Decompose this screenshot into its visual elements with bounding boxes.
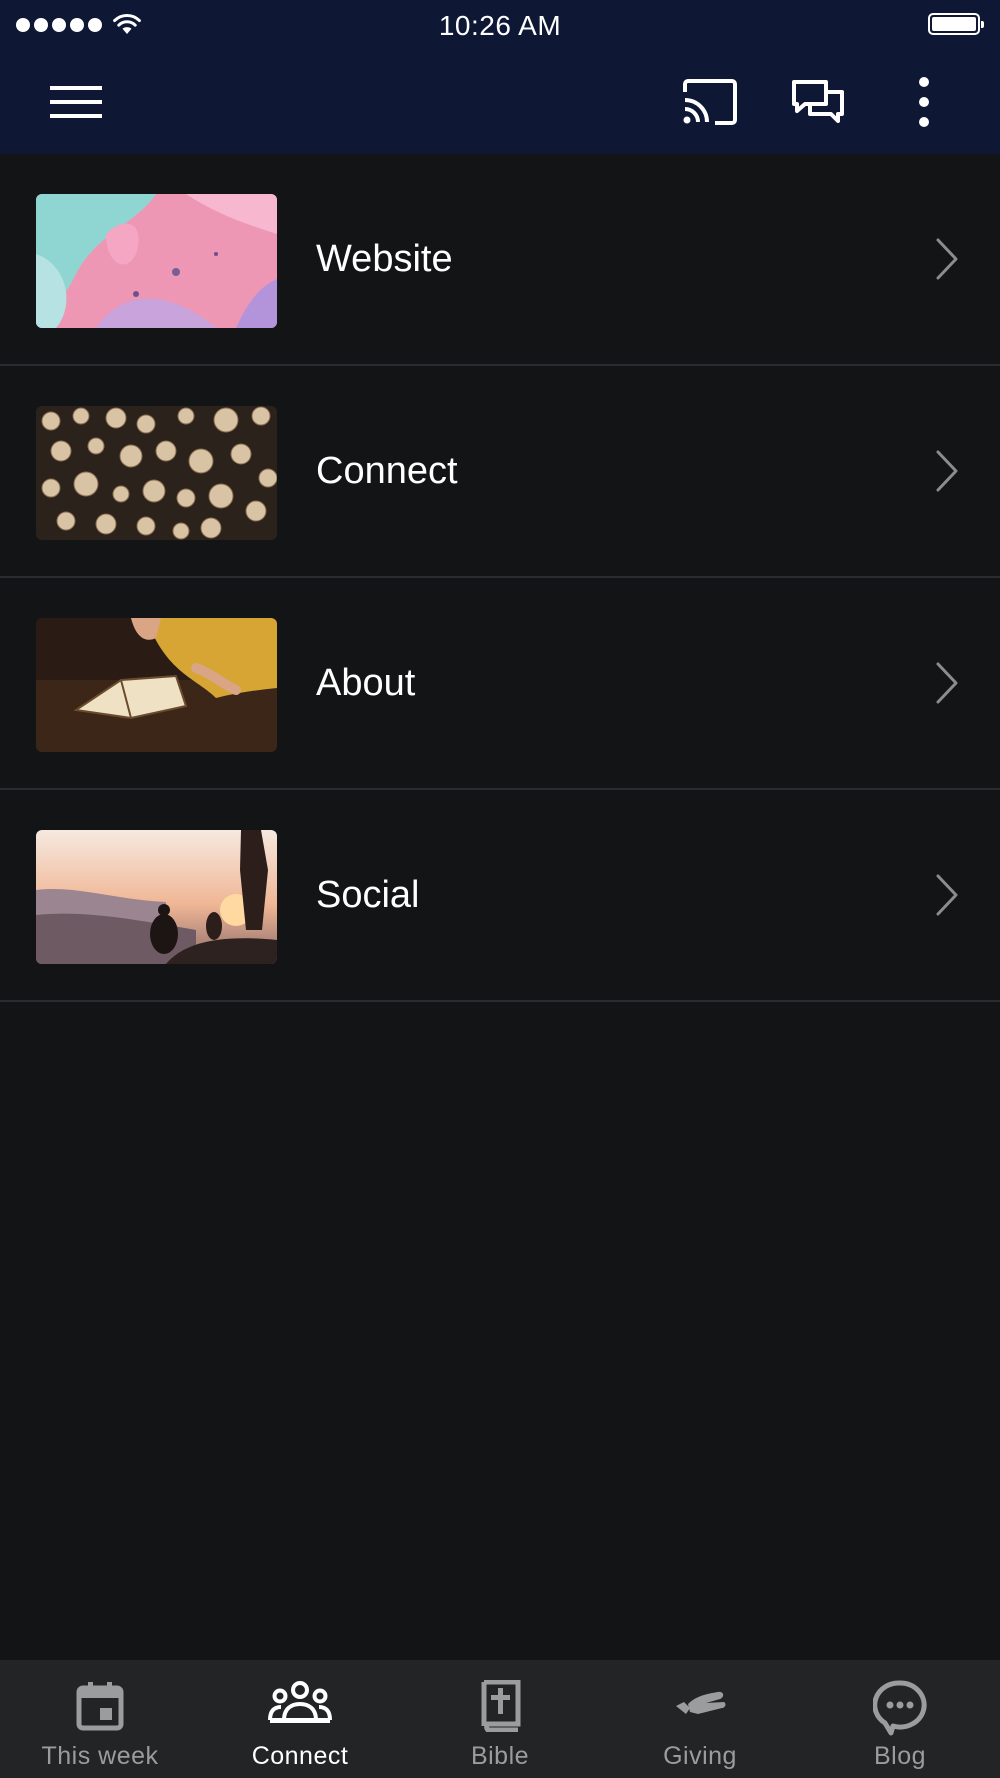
website-thumbnail: [36, 194, 277, 328]
tab-label: This week: [41, 1742, 159, 1770]
list-item-label: Connect: [316, 449, 458, 492]
tab-blog[interactable]: Blog: [800, 1660, 1000, 1778]
list-item-label: Website: [316, 237, 453, 280]
tab-giving[interactable]: Giving: [600, 1660, 800, 1778]
chat-bubble-icon: [873, 1680, 927, 1736]
tab-connect[interactable]: Connect: [200, 1660, 400, 1778]
tab-label: Bible: [470, 1742, 530, 1770]
social-thumbnail: [36, 830, 277, 964]
connect-list: Website Connect About Social: [0, 154, 1000, 1002]
app-header: [0, 50, 1000, 154]
more-vert-icon[interactable]: [892, 70, 956, 134]
bottom-tab-bar: This week Connect Bible Giving Blog: [0, 1660, 1000, 1778]
chevron-right-icon: [936, 238, 958, 280]
list-item-website[interactable]: Website: [0, 154, 1000, 366]
about-thumbnail: [36, 618, 277, 752]
tab-this-week[interactable]: This week: [0, 1660, 200, 1778]
chat-icon[interactable]: [786, 70, 850, 134]
chevron-right-icon: [936, 874, 958, 916]
cast-icon[interactable]: [678, 70, 742, 134]
giving-hand-icon: [676, 1691, 726, 1714]
people-group-icon: [268, 1681, 332, 1723]
tab-label: Giving: [663, 1742, 737, 1770]
chevron-right-icon: [936, 450, 958, 492]
battery-icon: [928, 13, 984, 35]
list-item-social[interactable]: Social: [0, 790, 1000, 1002]
list-item-label: Social: [316, 873, 420, 916]
list-item-connect[interactable]: Connect: [0, 366, 1000, 578]
status-bar: 10:26 AM: [0, 0, 1000, 50]
hamburger-menu-icon[interactable]: [44, 70, 108, 134]
bible-icon: [481, 1680, 521, 1732]
calendar-icon: [76, 1682, 124, 1731]
chevron-right-icon: [936, 662, 958, 704]
tab-label: Blog: [873, 1742, 927, 1770]
tab-label: Connect: [251, 1742, 349, 1770]
status-time: 10:26 AM: [438, 10, 562, 41]
list-item-about[interactable]: About: [0, 578, 1000, 790]
connect-thumbnail: [36, 406, 277, 540]
tab-bible[interactable]: Bible: [400, 1660, 600, 1778]
list-item-label: About: [316, 661, 416, 704]
